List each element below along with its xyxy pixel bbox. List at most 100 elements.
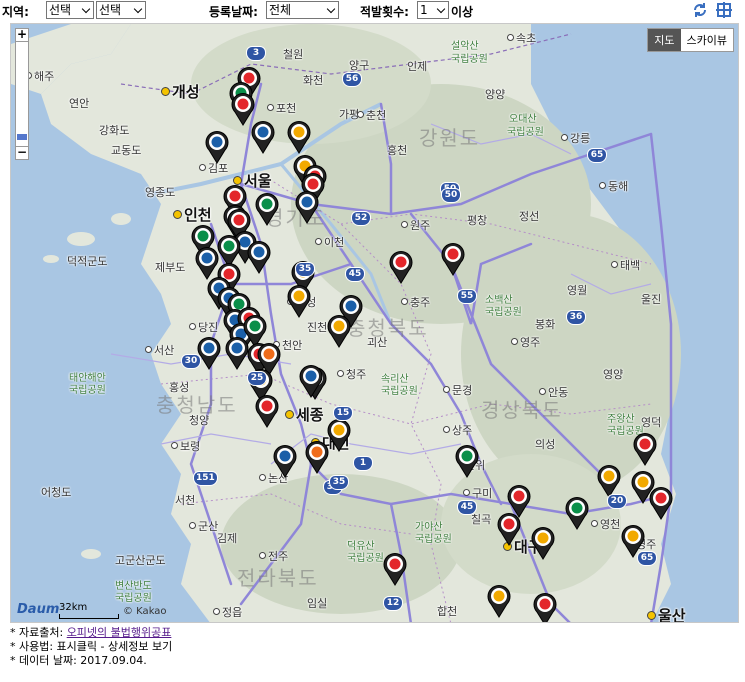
highway-shield-icon: 56	[342, 72, 362, 87]
gas-station-marker[interactable]	[597, 464, 621, 498]
map-type-skyview-button[interactable]: 스카이뷰	[681, 29, 733, 51]
place-label: 인제	[407, 60, 428, 73]
place-label: 세종	[285, 404, 324, 425]
place-label: 양구	[349, 59, 370, 72]
place-label: 구미	[463, 485, 492, 501]
gas-station-marker[interactable]	[287, 120, 311, 154]
map-pin-icon	[389, 251, 413, 284]
gas-station-marker[interactable]	[531, 526, 555, 560]
map-type-switch: 지도 스카이뷰	[647, 28, 734, 52]
gas-station-marker[interactable]	[287, 284, 311, 318]
zoom-slider-thumb[interactable]	[17, 134, 27, 140]
place-label: 군산	[189, 518, 218, 534]
place-label: 의성	[535, 438, 556, 451]
date-label: 등록날짜:	[209, 5, 258, 19]
map-pin-icon	[649, 487, 673, 520]
gas-station-marker[interactable]	[327, 418, 351, 452]
map-pin-icon	[251, 121, 275, 154]
gas-station-marker[interactable]	[197, 336, 221, 370]
gas-station-marker[interactable]	[455, 444, 479, 478]
note-usage: * 사용법: 표시클릭 - 상세정보 보기	[10, 640, 173, 653]
map-pin-icon	[565, 497, 589, 530]
map-copyright: © Kakao	[123, 606, 167, 617]
gas-station-marker[interactable]	[251, 120, 275, 154]
highway-shield-icon: 35	[295, 262, 315, 277]
map-pin-icon	[197, 337, 221, 370]
place-label: 청양	[189, 414, 210, 427]
gas-station-marker[interactable]	[305, 440, 329, 474]
zoom-slider[interactable]	[15, 42, 29, 146]
map-pin-icon	[205, 131, 229, 164]
place-label: 국립공원	[507, 127, 544, 138]
place-label: 국립공원	[451, 54, 488, 65]
gas-station-marker[interactable]	[327, 314, 351, 348]
map-pin-icon	[305, 441, 329, 474]
gas-station-marker[interactable]	[295, 190, 319, 224]
region-select-2[interactable]: 선택	[96, 1, 146, 19]
place-label: 상주	[443, 422, 472, 438]
place-label: 합천	[437, 605, 458, 618]
zoom-in-button[interactable]: +	[15, 28, 29, 42]
place-label: 홍천	[387, 144, 408, 157]
count-suffix: 이상	[451, 5, 474, 19]
gas-station-marker[interactable]	[533, 592, 557, 622]
map-pin-icon	[247, 241, 271, 274]
place-label: 덕적군도	[67, 255, 108, 268]
map-pin-icon	[327, 419, 351, 452]
gas-station-marker[interactable]	[565, 496, 589, 530]
place-label: 이천	[315, 234, 344, 250]
crosshair-icon[interactable]	[716, 2, 732, 18]
map-pin-icon	[383, 553, 407, 586]
gas-station-marker[interactable]	[389, 250, 413, 284]
map-pin-icon	[633, 433, 657, 466]
source-link[interactable]: 오피넷의 불법행위공표	[67, 626, 172, 639]
notes: * 자료출처: 오피넷의 불법행위공표 * 사용법: 표시클릭 - 상세정보 보…	[10, 626, 172, 668]
place-label: 영천	[591, 516, 620, 532]
highway-shield-icon: 65	[587, 148, 607, 163]
gas-station-marker[interactable]	[195, 246, 219, 280]
place-label: 울산	[647, 605, 686, 622]
place-label: 임실	[307, 597, 328, 610]
gas-station-marker[interactable]	[247, 240, 271, 274]
highway-shield-icon: 55	[457, 289, 477, 304]
gas-station-marker[interactable]	[255, 394, 279, 428]
map-view[interactable]: 해주 개성 연안 철원 설악산 국립공원 속초 양구 화천 인제 양양 포천 가평 춘천 홍천 오대산 국립공원…	[10, 23, 739, 623]
refresh-icon[interactable]	[692, 2, 708, 18]
zoom-control: + −	[15, 28, 29, 160]
highway-shield-icon: 25	[247, 371, 267, 386]
gas-station-marker[interactable]	[273, 444, 297, 478]
place-label: 태백	[611, 257, 640, 273]
gas-station-marker[interactable]	[487, 584, 511, 618]
place-label: 교동도	[111, 144, 142, 157]
map-pin-icon	[295, 191, 319, 224]
place-label: 서천	[175, 494, 196, 507]
count-select[interactable]: 1	[417, 1, 449, 19]
place-label: 강화도	[99, 124, 130, 137]
map-type-map-button[interactable]: 지도	[648, 29, 681, 51]
gas-station-marker[interactable]	[649, 486, 673, 520]
place-label: 국립공원	[485, 307, 522, 318]
gas-station-marker[interactable]	[299, 364, 323, 398]
date-select[interactable]: 전체	[266, 1, 339, 19]
gas-station-marker[interactable]	[633, 432, 657, 466]
place-label: 괴산	[367, 336, 388, 349]
region-select-1[interactable]: 선택	[46, 1, 94, 19]
gas-station-marker[interactable]	[255, 192, 279, 226]
region-select-2-value: 선택	[99, 3, 122, 17]
gas-station-marker[interactable]	[205, 130, 229, 164]
place-label: 개성	[161, 81, 200, 102]
map-pin-icon	[287, 285, 311, 318]
gas-station-marker[interactable]	[441, 242, 465, 276]
zoom-out-button[interactable]: −	[15, 146, 29, 160]
map-pin-icon	[273, 445, 297, 478]
highway-shield-icon: 65	[637, 551, 657, 566]
place-label: 고군산군도	[115, 554, 166, 567]
highway-shield-icon: 1	[353, 456, 373, 471]
gas-station-marker[interactable]	[383, 552, 407, 586]
gas-station-marker[interactable]	[497, 512, 521, 546]
place-label: 경상북도	[481, 398, 563, 422]
place-label: 국립공원	[415, 534, 452, 545]
highway-shield-icon: 36	[566, 310, 586, 325]
map-pin-icon	[597, 465, 621, 498]
place-label: 국립공원	[381, 386, 418, 397]
